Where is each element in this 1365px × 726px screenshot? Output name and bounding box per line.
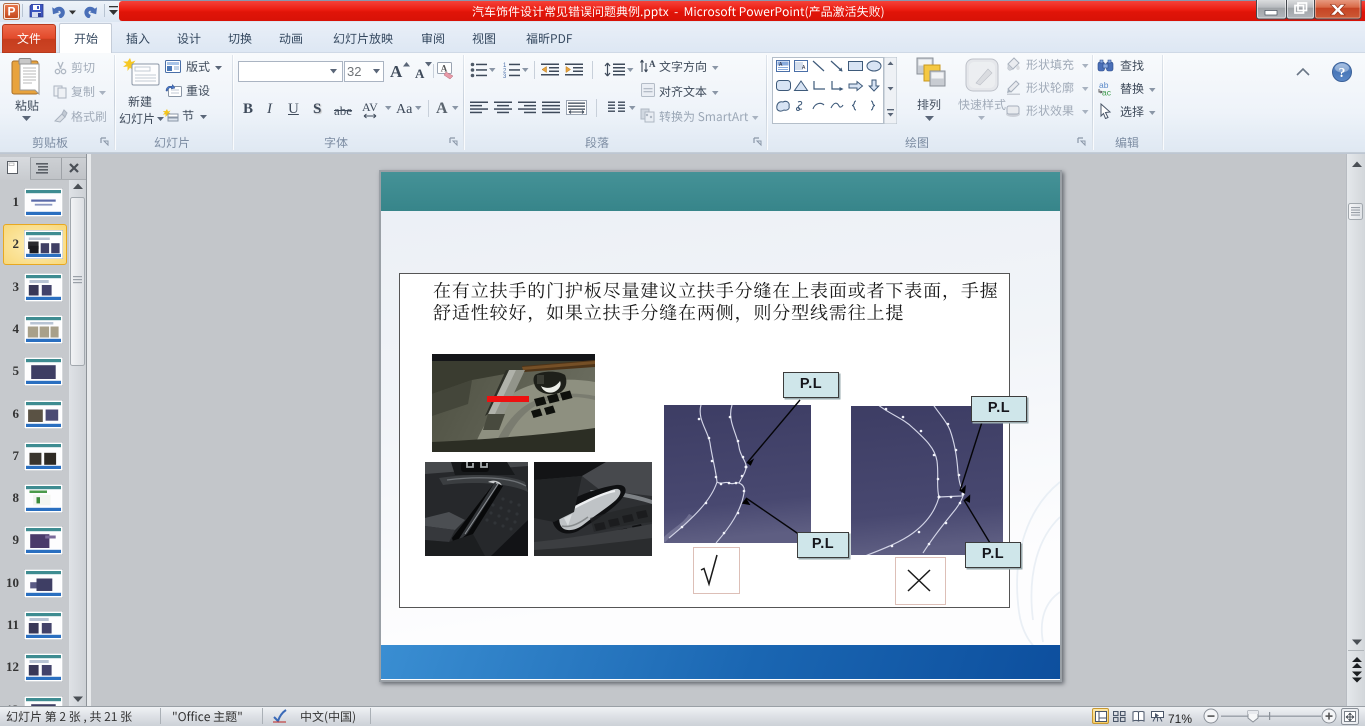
svg-text:?: ? <box>1339 65 1346 80</box>
svg-text:A: A <box>441 64 448 74</box>
svg-text:P: P <box>7 5 15 19</box>
svg-text:AV: AV <box>362 100 378 114</box>
svg-text:ac: ac <box>1102 88 1112 97</box>
svg-text:A: A <box>649 59 656 69</box>
svg-text:3: 3 <box>503 74 507 78</box>
